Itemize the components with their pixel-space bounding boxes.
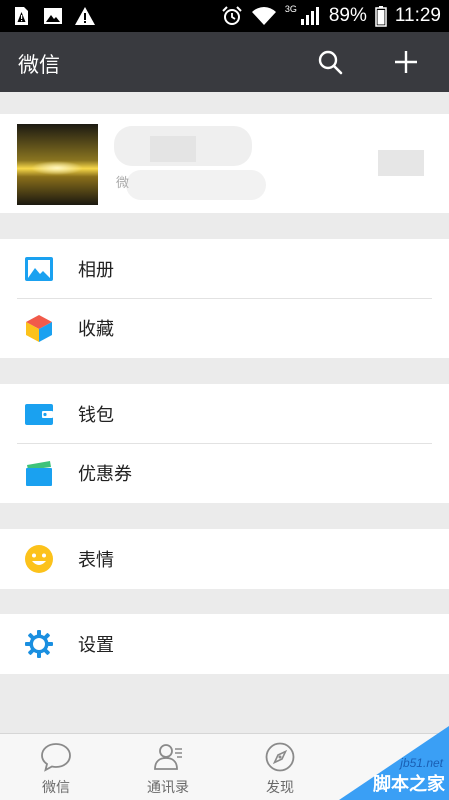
clock: 11:29: [394, 5, 441, 26]
watermark-url: jb51.net: [400, 756, 443, 770]
compass-icon: [265, 742, 295, 772]
photo-album-icon: [25, 257, 53, 281]
tab-label: 通讯录: [147, 780, 189, 796]
avatar: [17, 124, 98, 205]
add-button[interactable]: [390, 46, 422, 78]
menu-item-favorites[interactable]: 收藏: [0, 298, 449, 357]
signal-icon: [300, 7, 319, 25]
contacts-icon: [154, 744, 182, 770]
wifi-icon: [251, 7, 276, 25]
menu-label: 钱包: [78, 405, 114, 426]
menu-label: 相册: [78, 260, 114, 281]
battery-percent: 89%: [328, 5, 367, 26]
sunset-avatar-image: [17, 124, 98, 205]
battery-icon: [375, 6, 387, 27]
sim-warning-icon: [15, 7, 28, 25]
gallery-notification-icon: [44, 8, 62, 24]
menu-item-coupons[interactable]: 优惠券: [0, 443, 449, 502]
network-type: 3G: [284, 4, 297, 14]
wechat-id-prefix: 微: [116, 176, 130, 191]
profile-card[interactable]: 微: [0, 114, 449, 213]
search-button[interactable]: [314, 46, 346, 78]
warning-icon: [75, 7, 95, 25]
tab-discover[interactable]: 发现: [235, 734, 325, 800]
plus-icon: [395, 51, 417, 73]
menu-item-stickers[interactable]: 表情: [0, 529, 449, 588]
system-status: 3G 89% 11:29: [221, 0, 441, 32]
menu-item-wallet[interactable]: 钱包: [0, 384, 449, 443]
page-title: 微信: [18, 53, 60, 77]
menu-label: 收藏: [78, 319, 114, 340]
notification-icons: [10, 5, 96, 27]
menu-group-1: 相册 收藏: [0, 239, 449, 358]
app-header: 微信: [0, 32, 449, 92]
menu-item-album[interactable]: 相册: [0, 239, 449, 298]
wallet-icon: [25, 404, 53, 425]
menu-group-2: 钱包 优惠券: [0, 384, 449, 503]
site-watermark: jb51.net 脚本之家: [339, 726, 449, 800]
blurred-qr-code[interactable]: [378, 150, 424, 176]
favorites-cube-icon: [26, 315, 52, 342]
coupon-icon: [26, 461, 52, 486]
tab-label: 发现: [266, 780, 294, 796]
alarm-icon: [222, 6, 242, 25]
search-icon: [318, 50, 343, 75]
menu-label: 表情: [78, 550, 114, 571]
status-bar: 3G 89% 11:29: [0, 0, 449, 32]
watermark-name: 脚本之家: [373, 774, 445, 795]
tab-label: 微信: [42, 780, 70, 796]
settings-gear-icon: [25, 630, 53, 658]
menu-group-4: 设置: [0, 614, 449, 674]
tab-contacts[interactable]: 通讯录: [123, 734, 213, 800]
menu-item-settings[interactable]: 设置: [0, 614, 449, 673]
chat-bubble-icon: [41, 743, 71, 772]
menu-label: 优惠券: [78, 464, 132, 485]
blurred-nickname-shade: [150, 136, 196, 162]
menu-group-3: 表情: [0, 529, 449, 589]
menu-label: 设置: [78, 635, 114, 656]
tab-chats[interactable]: 微信: [11, 734, 101, 800]
smiley-icon: [25, 545, 53, 573]
blurred-id: [126, 170, 266, 200]
